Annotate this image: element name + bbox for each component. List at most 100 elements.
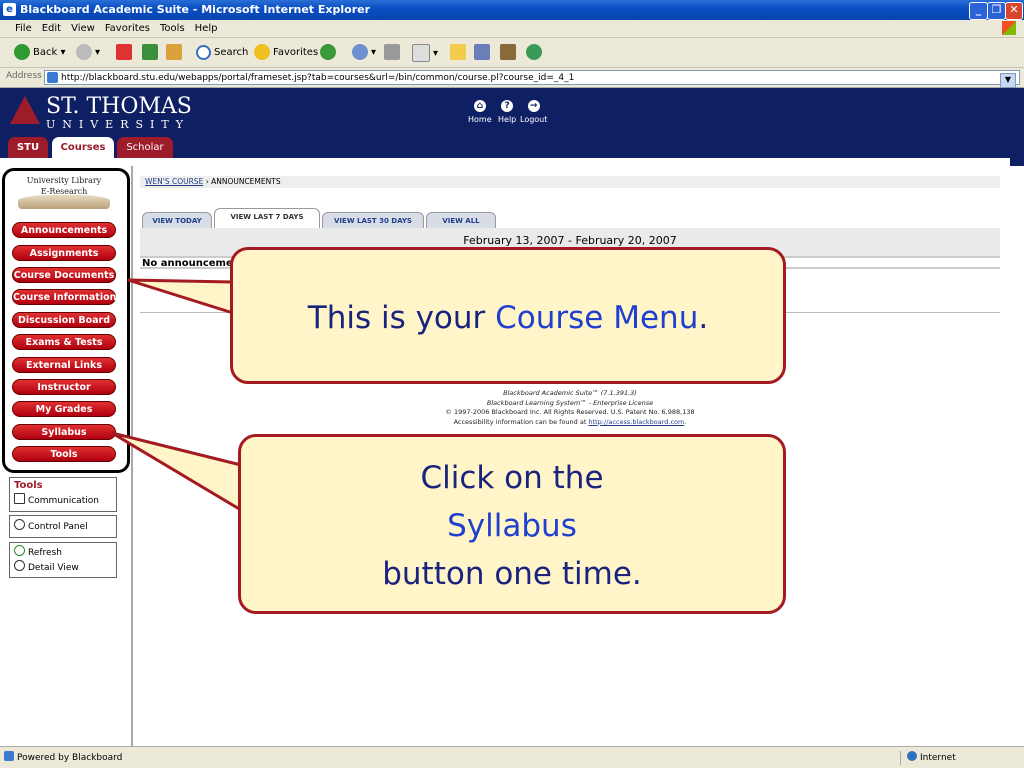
refresh-browser-button[interactable] bbox=[142, 44, 161, 62]
tools-panel: Tools Communication bbox=[9, 477, 117, 512]
address-label: Address bbox=[6, 71, 42, 81]
page-status-icon bbox=[4, 751, 14, 761]
menu-edit[interactable]: Edit bbox=[37, 20, 66, 38]
printer-icon bbox=[384, 44, 400, 60]
help-link[interactable]: ? Help bbox=[498, 100, 516, 124]
detail-view-link[interactable]: Detail View bbox=[10, 560, 116, 575]
home-browser-button[interactable] bbox=[166, 44, 185, 62]
callout1-pointer bbox=[127, 278, 235, 316]
research-icon bbox=[474, 44, 490, 60]
home-icon bbox=[166, 44, 182, 60]
blackboard-footer: Blackboard Academic Suite™ (7.1.391.3) B… bbox=[400, 389, 740, 427]
back-button[interactable]: Back ▾ bbox=[14, 44, 65, 62]
footer-line2: Blackboard Learning System™ - Enterprise… bbox=[486, 398, 654, 407]
course-menu-course-documents[interactable]: Course Documents bbox=[12, 267, 116, 283]
close-button[interactable]: ✕ bbox=[1005, 2, 1023, 20]
edit-icon bbox=[412, 44, 430, 62]
home-icon: ⌂ bbox=[473, 100, 486, 112]
people-button[interactable] bbox=[526, 44, 545, 62]
library-banner[interactable]: University Library E-Research bbox=[12, 175, 116, 211]
tab-view-today[interactable]: VIEW TODAY bbox=[142, 212, 212, 228]
menu-tools[interactable]: Tools bbox=[155, 20, 190, 38]
browser-toolbar: Back ▾ ▾ Search Favorites ▾ ▾ bbox=[0, 38, 1024, 68]
course-menu-tools[interactable]: Tools bbox=[12, 446, 116, 462]
tab-view-last-30-days[interactable]: VIEW LAST 30 DAYS bbox=[322, 212, 424, 228]
footer-line3: © 1997-2006 Blackboard Inc. All Rights R… bbox=[445, 408, 695, 416]
accessibility-link[interactable]: http://access.blackboard.com bbox=[588, 418, 684, 426]
folder-icon bbox=[450, 44, 466, 60]
history-button[interactable] bbox=[320, 44, 339, 62]
logout-icon: → bbox=[527, 100, 540, 112]
communication-link[interactable]: Communication bbox=[10, 493, 116, 508]
page-icon bbox=[47, 72, 58, 83]
tab-view-all[interactable]: VIEW ALL bbox=[426, 212, 496, 228]
book-icon bbox=[500, 44, 516, 60]
tab-scholar[interactable]: Scholar bbox=[117, 137, 173, 158]
logout-link[interactable]: → Logout bbox=[520, 100, 547, 124]
print-button[interactable] bbox=[384, 44, 403, 62]
restore-button[interactable]: ❐ bbox=[987, 2, 1006, 20]
syllabus-callout: Click on the Syllabus button one time. bbox=[238, 434, 786, 614]
course-menu-announcements[interactable]: Announcements bbox=[12, 222, 116, 238]
address-input[interactable]: http://blackboard.stu.edu/webapps/portal… bbox=[44, 70, 1020, 88]
open-book-icon bbox=[18, 195, 110, 209]
control-panel-link[interactable]: Control Panel bbox=[10, 519, 116, 534]
course-menu-assignments[interactable]: Assignments bbox=[12, 245, 116, 261]
star-icon bbox=[254, 44, 270, 60]
tab-view-last-7-days[interactable]: VIEW LAST 7 DAYS bbox=[214, 208, 320, 228]
course-menu-instructor[interactable]: Instructor bbox=[12, 379, 116, 395]
library-line1: University Library bbox=[26, 176, 102, 185]
course-menu-syllabus[interactable]: Syllabus bbox=[12, 424, 116, 440]
minimize-button[interactable]: _ bbox=[969, 2, 988, 20]
status-bar: Powered by Blackboard Internet bbox=[0, 746, 1024, 768]
search-button[interactable]: Search bbox=[196, 44, 248, 62]
home-link[interactable]: ⌂ Home bbox=[468, 100, 492, 124]
address-dropdown-button[interactable]: ▼ bbox=[1000, 73, 1016, 88]
header-edge bbox=[1010, 158, 1024, 166]
logo-main-text: ST. THOMAS bbox=[46, 94, 192, 119]
breadcrumb-current: ANNOUNCEMENTS bbox=[211, 177, 281, 186]
window-title: Blackboard Academic Suite - Microsoft In… bbox=[20, 3, 371, 16]
control-panel-icon bbox=[14, 519, 25, 530]
stop-button[interactable] bbox=[116, 44, 135, 62]
course-menu-callout: This is your Course Menu. bbox=[230, 247, 786, 384]
course-menu-external-links[interactable]: External Links bbox=[12, 357, 116, 373]
address-url: http://blackboard.stu.edu/webapps/portal… bbox=[61, 73, 575, 83]
menu-file[interactable]: File bbox=[10, 20, 37, 38]
address-bar: Address http://blackboard.stu.edu/webapp… bbox=[0, 68, 1024, 88]
date-range: February 13, 2007 - February 20, 2007 bbox=[463, 234, 677, 247]
course-menu-my-grades[interactable]: My Grades bbox=[12, 401, 116, 417]
research-button[interactable] bbox=[474, 44, 493, 62]
forward-button[interactable]: ▾ bbox=[76, 44, 100, 62]
breadcrumb: WEN'S COURSE › ANNOUNCEMENTS bbox=[140, 176, 1000, 188]
menu-help[interactable]: Help bbox=[190, 20, 223, 38]
callout2-line3: button one time. bbox=[382, 556, 642, 592]
forward-arrow-icon bbox=[76, 44, 92, 60]
folder-button[interactable] bbox=[450, 44, 469, 62]
breadcrumb-separator: › bbox=[205, 177, 209, 186]
favorites-button[interactable]: Favorites bbox=[254, 44, 318, 62]
view-options-box: Refresh Detail View bbox=[9, 542, 117, 578]
globe-icon bbox=[907, 751, 917, 761]
ie-icon: e bbox=[3, 3, 16, 16]
window-title-bar: e Blackboard Academic Suite - Microsoft … bbox=[0, 0, 1024, 20]
site-header: ST. THOMAS UNIVERSITY ⌂ Home ? Help → Logou… bbox=[0, 88, 1024, 158]
course-menu-discussion-board[interactable]: Discussion Board bbox=[12, 312, 116, 328]
course-menu-course-information[interactable]: Course Information bbox=[12, 289, 116, 305]
history-icon bbox=[320, 44, 336, 60]
tab-courses[interactable]: Courses bbox=[52, 137, 114, 158]
header-divider bbox=[0, 158, 1010, 166]
refresh-icon bbox=[14, 545, 25, 556]
control-panel-box: Control Panel bbox=[9, 515, 117, 538]
breadcrumb-course-link[interactable]: WEN'S COURSE bbox=[145, 177, 203, 186]
callout1-highlight: Course Menu bbox=[495, 300, 699, 336]
tab-stu[interactable]: STU bbox=[8, 137, 48, 158]
refresh-link[interactable]: Refresh bbox=[10, 545, 116, 560]
mail-button[interactable]: ▾ bbox=[352, 44, 376, 62]
edit-button[interactable]: ▾ bbox=[412, 44, 438, 62]
menu-view[interactable]: View bbox=[66, 20, 100, 38]
messenger-button[interactable] bbox=[500, 44, 519, 62]
communication-icon bbox=[14, 493, 25, 504]
course-menu-exams-tests[interactable]: Exams & Tests bbox=[12, 334, 116, 350]
menu-favorites[interactable]: Favorites bbox=[100, 20, 155, 38]
